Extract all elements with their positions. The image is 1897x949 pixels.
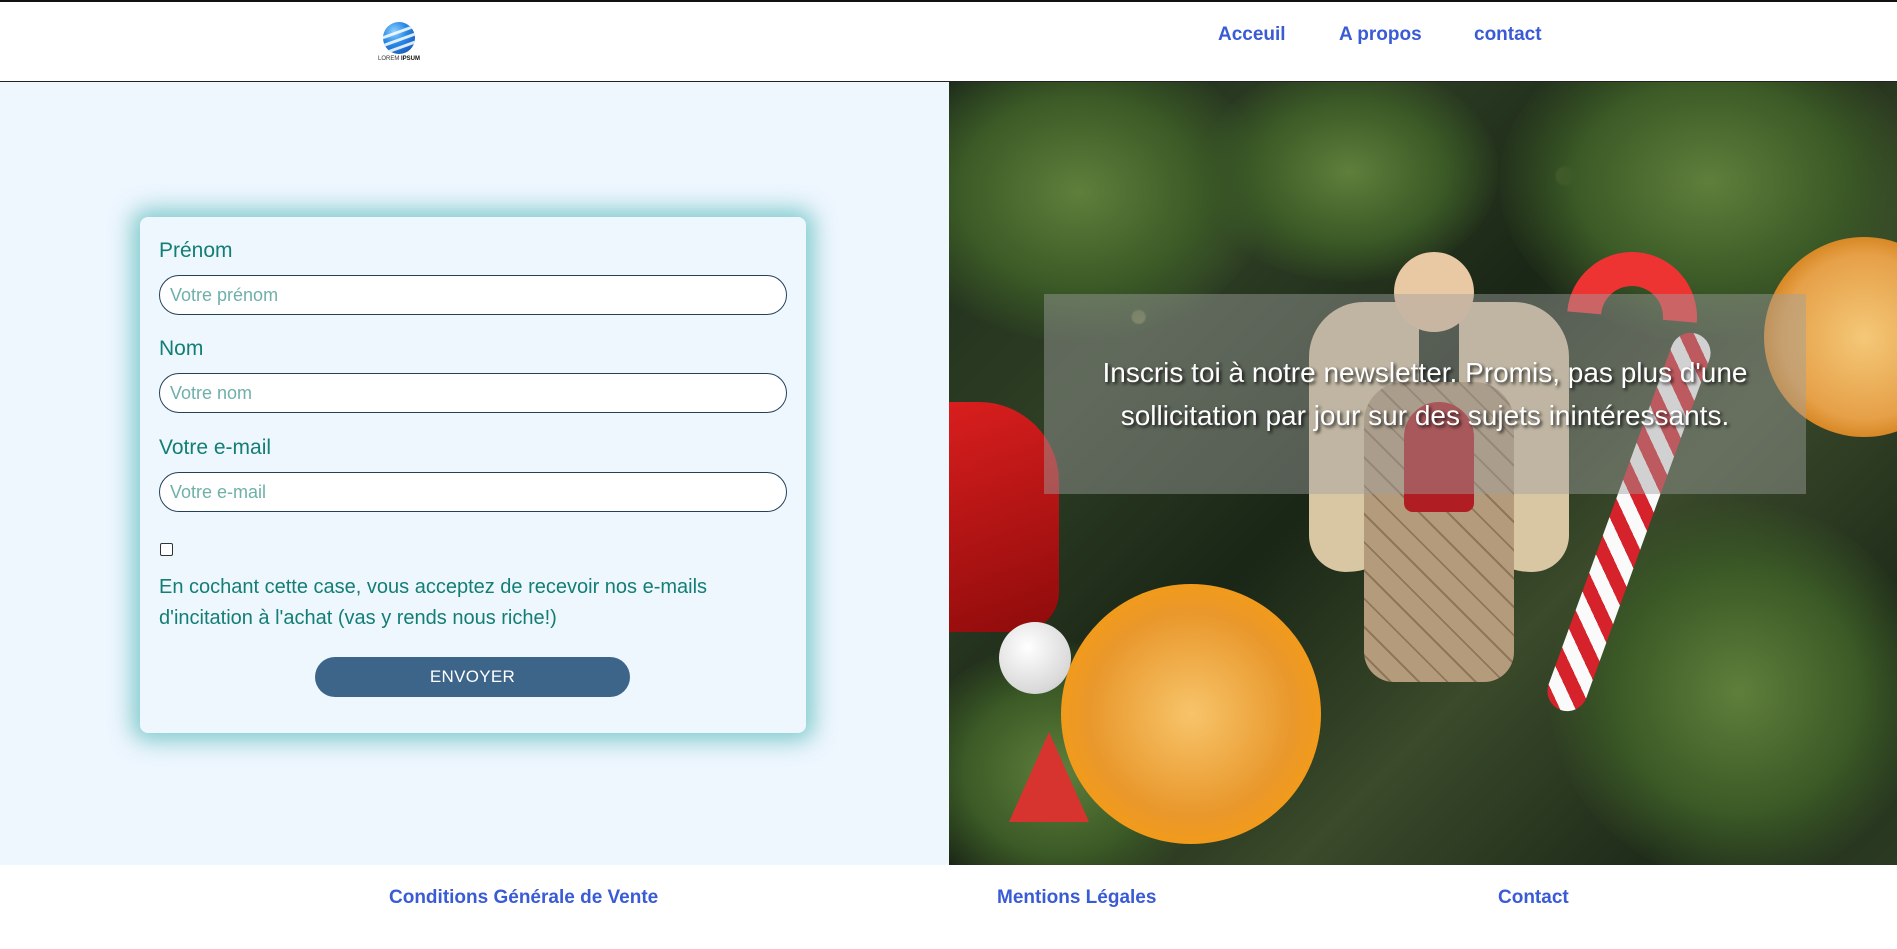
- nav-link-acceuil[interactable]: Acceuil: [1218, 24, 1286, 50]
- newsletter-tagline: Inscris toi à notre newsletter. Promis, …: [1102, 357, 1748, 431]
- consent-text: En cochant cette case, vous acceptez de …: [159, 576, 708, 629]
- submit-button[interactable]: ENVOYER: [315, 657, 630, 697]
- hero-image-panel: Inscris toi à notre newsletter. Promis, …: [949, 82, 1897, 865]
- logo-caption: LOREM IPSUM: [378, 56, 421, 62]
- footer-link-mentions-legales[interactable]: Mentions Légales: [997, 887, 1156, 909]
- nom-input[interactable]: [159, 373, 787, 413]
- top-navbar: LOREM IPSUM Acceuil A propos contact: [0, 0, 1897, 82]
- globe-icon: [383, 22, 415, 54]
- site-logo[interactable]: LOREM IPSUM: [378, 22, 420, 68]
- footer-link-cgv[interactable]: Conditions Générale de Vente: [389, 887, 658, 909]
- email-input[interactable]: [159, 472, 787, 512]
- nav-link-a-propos[interactable]: A propos: [1339, 24, 1422, 50]
- prenom-input[interactable]: [159, 275, 787, 315]
- consent-checkbox[interactable]: [160, 543, 173, 556]
- form-section: Prénom Nom Votre e-mail En cochant cette…: [0, 82, 949, 865]
- newsletter-overlay: Inscris toi à notre newsletter. Promis, …: [1044, 294, 1806, 494]
- footer: Conditions Générale de Vente Mentions Lé…: [0, 865, 1897, 949]
- newsletter-form-card: Prénom Nom Votre e-mail En cochant cette…: [140, 217, 806, 733]
- email-label: Votre e-mail: [159, 436, 272, 459]
- orange-slice-image: [1061, 584, 1321, 844]
- footer-link-contact[interactable]: Contact: [1498, 887, 1569, 909]
- nav-link-contact[interactable]: contact: [1474, 24, 1542, 50]
- prenom-label: Prénom: [159, 239, 233, 262]
- santa-hat-image: [949, 402, 1059, 632]
- nom-label: Nom: [159, 337, 204, 360]
- pompom-image: [999, 622, 1071, 694]
